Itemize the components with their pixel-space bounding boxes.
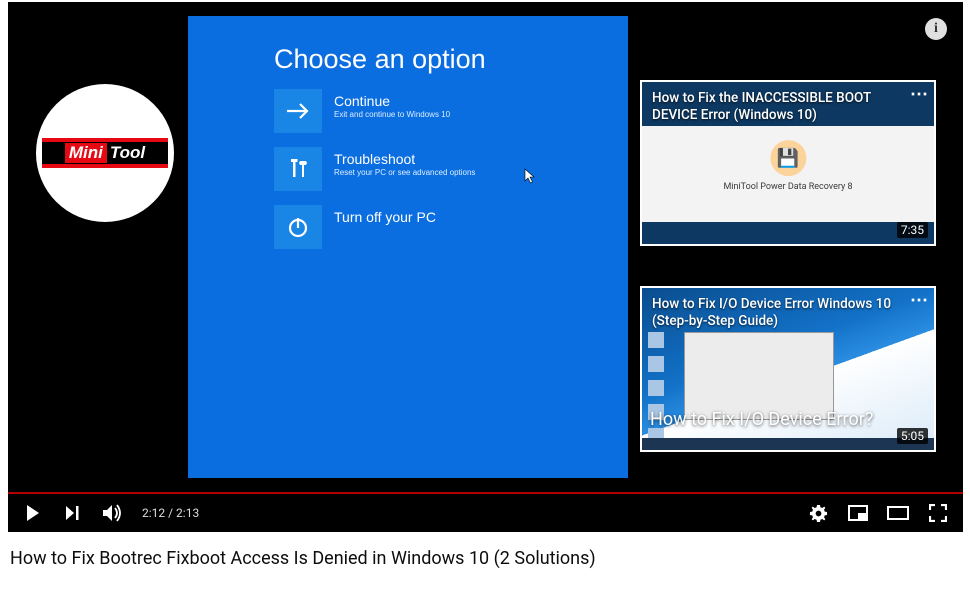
fullscreen-button[interactable] bbox=[927, 502, 949, 524]
taskbar-graphic bbox=[642, 438, 934, 450]
settings-button[interactable] bbox=[807, 502, 829, 524]
total-duration: 2:13 bbox=[176, 506, 199, 520]
option-desc: Exit and continue to Windows 10 bbox=[334, 110, 450, 119]
channel-logo[interactable]: Mini Tool bbox=[36, 84, 174, 222]
next-button[interactable] bbox=[62, 502, 84, 524]
play-button[interactable] bbox=[22, 502, 44, 524]
disk-icon: 💾 bbox=[770, 140, 806, 176]
logo-text-tool: Tool bbox=[110, 143, 145, 163]
time-display: 2:12 / 2:13 bbox=[142, 506, 199, 520]
duration-badge: 7:35 bbox=[897, 222, 928, 238]
window-graphic bbox=[684, 332, 834, 420]
video-title: How to Fix Bootrec Fixboot Access Is Den… bbox=[8, 532, 963, 569]
endcard-video-2[interactable]: How to Fix I/O Device Error? How to Fix … bbox=[640, 286, 936, 452]
endcard-title: How to Fix the INACCESSIBLE BOOT DEVICE … bbox=[642, 82, 934, 132]
option-continue: Continue Exit and continue to Windows 10 bbox=[274, 89, 628, 133]
cursor-icon bbox=[524, 168, 536, 188]
video-viewport[interactable]: Choose an option Continue Exit and conti… bbox=[8, 2, 963, 492]
video-player: Choose an option Continue Exit and conti… bbox=[8, 2, 963, 562]
miniplayer-button[interactable] bbox=[847, 502, 869, 524]
option-label: Turn off your PC bbox=[334, 209, 436, 225]
more-icon[interactable]: ⋯ bbox=[910, 90, 928, 99]
tools-icon bbox=[274, 147, 322, 191]
recovery-title: Choose an option bbox=[188, 16, 628, 89]
endcard-title: How to Fix I/O Device Error Windows 10 (… bbox=[642, 288, 934, 338]
current-time: 2:12 bbox=[142, 506, 165, 520]
endcard-video-1[interactable]: 💾 MiniTool Power Data Recovery 8 How to … bbox=[640, 80, 936, 246]
theater-button[interactable] bbox=[887, 502, 909, 524]
more-icon[interactable]: ⋯ bbox=[910, 296, 928, 305]
option-label: Continue bbox=[334, 93, 450, 109]
option-desc: Reset your PC or see advanced options bbox=[334, 168, 475, 177]
logo-text-mini: Mini bbox=[65, 143, 107, 163]
arrow-right-icon bbox=[274, 89, 322, 133]
thumb-caption: MiniTool Power Data Recovery 8 bbox=[723, 182, 852, 192]
option-troubleshoot: Troubleshoot Reset your PC or see advanc… bbox=[274, 147, 628, 191]
player-controls: 2:12 / 2:13 bbox=[8, 492, 963, 532]
windows-recovery-screen: Choose an option Continue Exit and conti… bbox=[188, 16, 628, 478]
thumb-caption: How to Fix I/O Device Error? bbox=[650, 409, 926, 430]
option-label: Troubleshoot bbox=[334, 151, 475, 167]
info-icon[interactable]: i bbox=[925, 18, 947, 40]
duration-badge: 5:05 bbox=[897, 428, 928, 444]
volume-button[interactable] bbox=[102, 502, 124, 524]
power-icon bbox=[274, 205, 322, 249]
option-turnoff: Turn off your PC bbox=[274, 205, 628, 249]
